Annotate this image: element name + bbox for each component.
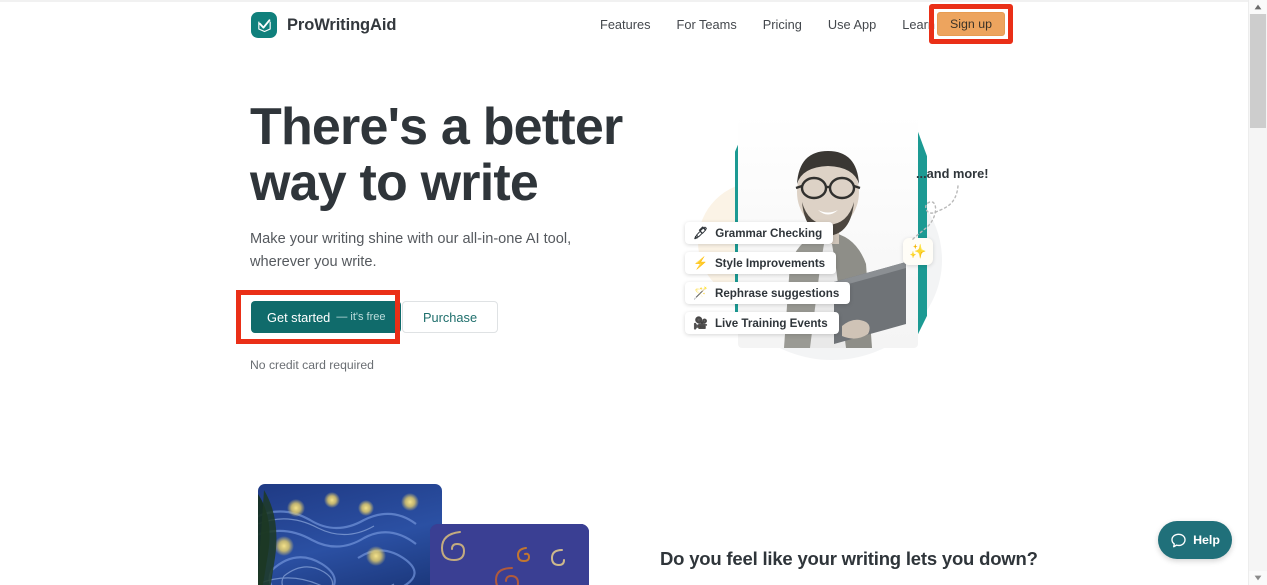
nav-item-use-app[interactable]: Use App (828, 17, 876, 32)
brand-name: ProWritingAid (287, 15, 397, 34)
video-camera-icon: 🎥 (693, 316, 708, 330)
site-header: ProWritingAid Features For Teams Pricing… (0, 0, 1248, 50)
get-started-free-note: — it's free (336, 311, 386, 323)
purchase-button[interactable]: Purchase (402, 301, 499, 333)
prowritingaid-logo-icon (251, 12, 277, 38)
blue-doodle-image-card (430, 524, 589, 585)
get-started-label: Get started (267, 309, 331, 325)
feature-badge-label: Rephrase suggestions (714, 286, 840, 300)
help-widget-label: Help (1193, 533, 1220, 547)
nav-item-pricing[interactable]: Pricing (763, 17, 802, 32)
scrollbar-up-arrow-icon[interactable] (1249, 0, 1267, 14)
feature-badge-label: Grammar Checking (715, 226, 823, 240)
browser-page: ProWritingAid Features For Teams Pricing… (0, 0, 1267, 585)
vertical-scrollbar[interactable] (1248, 0, 1267, 585)
dotted-arrow-icon (911, 185, 959, 241)
feature-badge-style-improvements[interactable]: ⚡ Style Improvements (685, 252, 837, 274)
nav-item-features[interactable]: Features (600, 17, 651, 32)
signup-button[interactable]: Sign up (937, 12, 1005, 36)
no-credit-card-note: No credit card required (250, 358, 374, 372)
lightning-icon: ⚡ (693, 256, 708, 270)
feature-badge-label: Style Improvements (714, 256, 826, 270)
get-started-button[interactable]: Get started — it's free (251, 301, 402, 333)
and-more-label: ...and more! (916, 166, 989, 181)
magic-wand-icon: 🪄 (693, 286, 708, 300)
nav-item-for-teams[interactable]: For Teams (677, 17, 737, 32)
feature-badge-label: Live Training Events (714, 316, 828, 330)
scrollbar-down-arrow-icon[interactable] (1249, 571, 1267, 585)
feature-badge-grammar-checking[interactable]: 🖋 Grammar Checking (685, 222, 834, 244)
feature-badge-live-training-events[interactable]: 🎥 Live Training Events (685, 312, 839, 334)
hero-illustration: 🖋 Grammar Checking ⚡ Style Improvements … (660, 100, 1010, 375)
feature-badge-list: 🖋 Grammar Checking ⚡ Style Improvements … (685, 222, 851, 342)
help-widget-button[interactable]: Help (1158, 521, 1232, 559)
section-heading: Do you feel like your writing lets you d… (660, 548, 1038, 569)
brand-logo-link[interactable]: ProWritingAid (251, 12, 396, 38)
page-title: There's a better way to write (250, 98, 623, 212)
signup-button-group: Sign up (929, 4, 1013, 44)
hero-subtitle: Make your writing shine with our all-in-… (250, 231, 572, 270)
chat-bubble-icon (1171, 533, 1186, 547)
pen-icon: 🖋 (693, 226, 709, 240)
feature-badge-rephrase-suggestions[interactable]: 🪄 Rephrase suggestions (685, 282, 851, 304)
starry-night-image-card (258, 484, 442, 585)
scrollbar-thumb[interactable] (1250, 14, 1266, 128)
